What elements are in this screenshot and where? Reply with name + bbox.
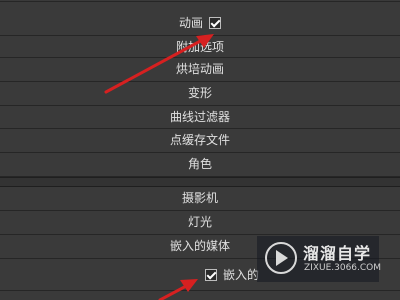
bake-animation-row[interactable]: 烘培动画 [0, 58, 400, 82]
curve-filters-label: 曲线过滤器 [169, 110, 230, 124]
animation-checkbox[interactable] [209, 17, 221, 29]
point-cache-row[interactable]: 点缓存文件 [0, 129, 400, 153]
embed-media-label: 嵌入的 [223, 268, 260, 282]
cameras-row[interactable]: 摄影机 [0, 187, 400, 211]
watermark-name: 溜溜自学 [303, 244, 372, 263]
animation-label: 动画 [178, 16, 203, 30]
characters-row[interactable]: 角色 [0, 153, 400, 177]
watermark-url: ZIXUE.3066.COM [304, 263, 382, 273]
top-row-stub [0, 0, 400, 2]
watermark: 溜溜自学 ZIXUE.3066.COM [257, 236, 382, 282]
cameras-label: 摄影机 [181, 191, 218, 205]
extra-options-row[interactable]: 附加选项 [0, 36, 400, 58]
deformations-row[interactable]: 变形 [0, 82, 400, 106]
point-cache-label: 点缓存文件 [169, 133, 230, 147]
bottom-row-stub [0, 291, 400, 300]
deformations-label: 变形 [187, 86, 212, 100]
characters-label: 角色 [187, 157, 212, 171]
animation-row[interactable]: 动画 [0, 12, 400, 36]
curve-filters-row[interactable]: 曲线过滤器 [0, 106, 400, 129]
bake-animation-label: 烘培动画 [175, 62, 224, 76]
export-options-panel: 动画 附加选项 烘培动画 变形 曲线过滤器 点缓存文件 角色 摄影机 灯光 嵌入… [0, 0, 400, 300]
extra-options-label: 附加选项 [175, 40, 224, 54]
play-logo-icon [265, 242, 297, 274]
lights-row[interactable]: 灯光 [0, 211, 400, 235]
lights-label: 灯光 [187, 215, 212, 229]
section-divider [0, 177, 400, 187]
embed-media-checkbox[interactable] [205, 269, 217, 281]
embedded-media-label: 嵌入的媒体 [169, 239, 230, 253]
